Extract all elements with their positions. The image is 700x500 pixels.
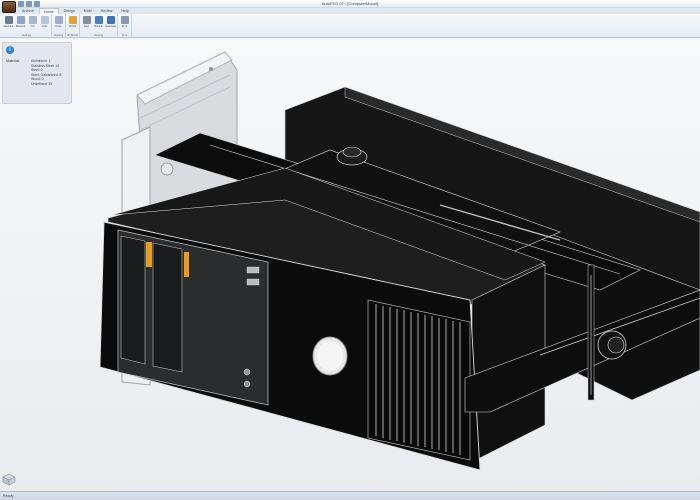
ribbon-group-nesting: Nest Multiple Quantities Nesting	[80, 14, 118, 38]
group-label: Settings	[21, 34, 32, 37]
print-icon	[120, 16, 129, 24]
multiple-button[interactable]: Multiple	[93, 15, 104, 31]
cut-icon	[28, 16, 37, 24]
computer-mount-model	[99, 51, 700, 471]
multiple-icon	[94, 16, 103, 24]
save-icon[interactable]	[18, 1, 24, 7]
button-label: Print	[121, 25, 128, 28]
nest-button[interactable]: Nest	[81, 15, 92, 31]
button-label: Nest	[83, 25, 90, 28]
undo-icon[interactable]	[26, 1, 32, 7]
3d-viewport[interactable]	[0, 39, 700, 491]
unfold-button[interactable]: Unfold	[67, 15, 78, 31]
draw-icon	[54, 16, 63, 24]
machine-button[interactable]: Machine	[3, 15, 14, 31]
material-label: Material:	[6, 59, 20, 63]
redo-icon[interactable]	[34, 1, 40, 7]
application-menu-button[interactable]	[2, 1, 16, 13]
machine-icon	[4, 16, 13, 24]
status-text: Ready	[3, 494, 14, 498]
quick-access-toolbar	[18, 0, 40, 8]
draw-button[interactable]: Draw	[53, 15, 64, 31]
button-label: Cut	[30, 25, 35, 28]
unfold-icon	[68, 16, 77, 24]
view-cube-icon[interactable]	[2, 473, 16, 486]
quantities-button[interactable]: Quantities	[105, 15, 116, 31]
nest-icon	[82, 16, 91, 24]
print-button[interactable]: Print	[119, 15, 130, 31]
ribbon-panel: Machine Material Cut Edit Settings Draw Drawin…	[0, 14, 700, 38]
group-label: Print	[121, 34, 128, 37]
material-item: Undefined: 15	[31, 81, 53, 86]
ribbon-group-print: Print Print	[118, 14, 132, 38]
window-title: AutoFEG 07 - [ComputerMount]	[321, 1, 379, 6]
edit-button[interactable]: Edit	[39, 15, 50, 31]
group-label: Nesting	[94, 34, 103, 37]
material-list: Aluminium: 1 Stainless Steel: 10 Steel: 0S…	[31, 59, 61, 87]
button-label: Edit	[42, 25, 47, 28]
material-button[interactable]: Material	[15, 15, 26, 31]
ribbon-group-drawing: Draw Drawing	[52, 14, 66, 38]
button-label: Unfold	[68, 25, 77, 28]
material-icon	[16, 16, 25, 24]
button-label: Machine	[3, 25, 14, 28]
button-label: Multiple	[94, 25, 103, 28]
title-bar: AutoFEG 07 - [ComputerMount]	[0, 0, 700, 8]
group-label: 3D Model	[66, 34, 79, 37]
ribbon-group-settings: Machine Material Cut Edit Settings	[2, 14, 52, 38]
button-label: Material	[15, 25, 26, 28]
group-label: Drawing	[53, 34, 64, 37]
quantities-icon	[106, 16, 115, 24]
button-label: Draw	[55, 25, 62, 28]
status-bar: Ready	[0, 491, 700, 500]
edit-icon	[40, 16, 49, 24]
cut-button[interactable]: Cut	[27, 15, 38, 31]
ribbon-group-3d-model: Unfold 3D Model	[66, 14, 80, 38]
info-icon: i	[6, 46, 14, 54]
material-info-panel: i Material: Aluminium: 1 Stainless Steel:…	[2, 42, 72, 104]
button-label: Quantities	[104, 25, 117, 28]
